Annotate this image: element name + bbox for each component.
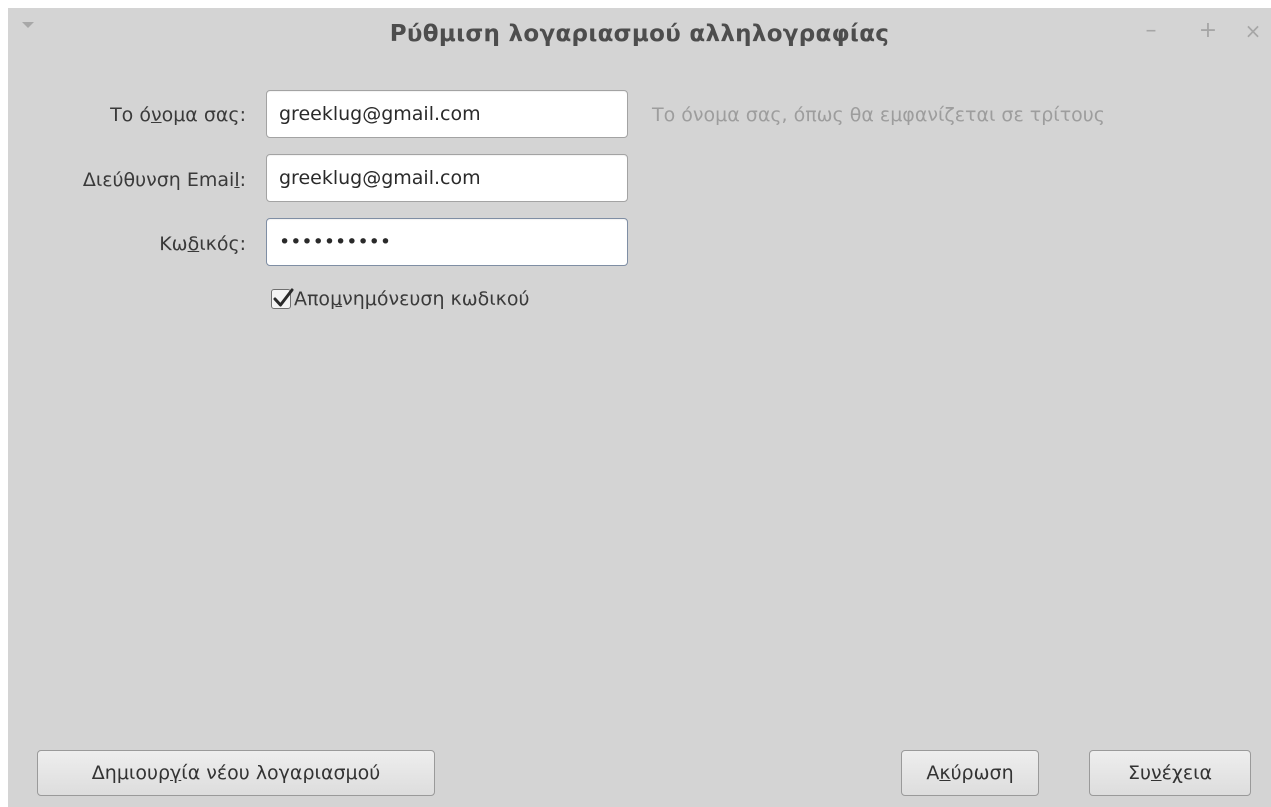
create-button-accel: γ (170, 762, 182, 784)
password-label: Κωδικός: (159, 233, 246, 255)
email-label-text-end: : (239, 169, 246, 191)
password-label-accel: δ (187, 233, 200, 255)
remember-label-accel: μ (330, 288, 343, 310)
name-label-text-end: ομα σας: (161, 104, 246, 126)
window-title: Ρύθμιση λογαριασμού αλληλογραφίας (389, 21, 890, 47)
email-label-text: Διεύθυνση Emai (82, 169, 235, 191)
name-label-text: Το ό (110, 104, 151, 126)
email-input[interactable] (266, 154, 628, 202)
cancel-button-accel: κ (939, 762, 951, 784)
create-button-text: Δημιουρ (91, 762, 171, 784)
minimize-icon[interactable]: – (1138, 16, 1164, 46)
name-hint: Το όνομα σας, όπως θα εμφανίζεται σε τρί… (652, 104, 1105, 126)
title-bar: Ρύθμιση λογαριασμού αλληλογραφίας – + × (8, 8, 1271, 64)
maximize-icon[interactable]: + (1195, 16, 1221, 46)
continue-button-text-end: έχεια (1161, 762, 1213, 784)
continue-button-text: Συ (1127, 762, 1151, 784)
cancel-button[interactable]: Ακύρωση (901, 750, 1039, 796)
remember-password-row[interactable]: Απομνημόνευση κωδικού (271, 286, 530, 312)
create-button-text-end: ία νέου λογαριασμού (181, 762, 381, 784)
create-account-button[interactable]: Δημιουργία νέου λογαριασμού (37, 750, 435, 796)
cancel-button-text: Α (926, 762, 940, 784)
name-input[interactable] (266, 90, 628, 138)
remember-label-text: Απο (294, 288, 331, 310)
remember-label-text-end: νημόνευση κωδικού (342, 288, 530, 310)
close-icon[interactable]: × (1240, 16, 1266, 46)
name-label: Το όνομα σας: (110, 104, 246, 126)
checkmark-icon (273, 288, 294, 307)
password-label-text-end: ικός: (199, 233, 246, 255)
continue-button-accel: ν (1150, 762, 1162, 784)
remember-password-label: Απομνημόνευση κωδικού (294, 288, 530, 310)
account-setup-dialog: Ρύθμιση λογαριασμού αλληλογραφίας – + × … (8, 8, 1271, 807)
password-label-text: Κω (159, 233, 188, 255)
cancel-button-text-end: ύρωση (950, 762, 1014, 784)
continue-button[interactable]: Συνέχεια (1089, 750, 1251, 796)
name-label-accel: ν (150, 104, 162, 126)
email-label: Διεύθυνση Email: (83, 169, 246, 191)
remember-password-checkbox[interactable] (271, 288, 294, 309)
password-input[interactable] (266, 218, 628, 266)
